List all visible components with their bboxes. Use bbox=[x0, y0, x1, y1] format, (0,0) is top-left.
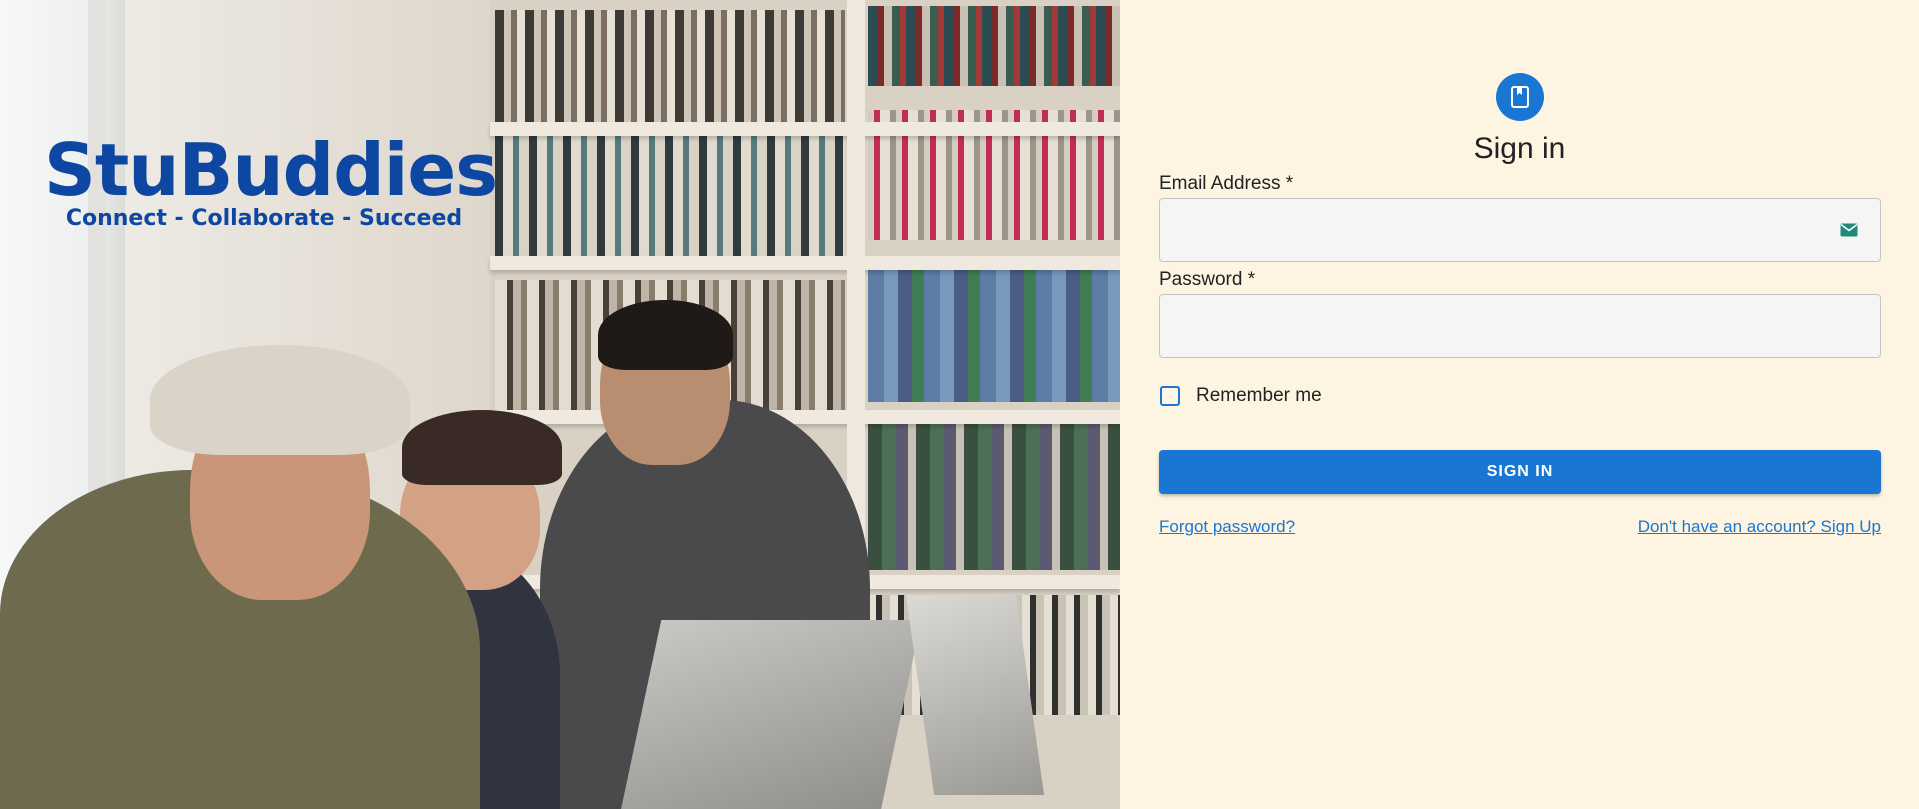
password-field-container[interactable] bbox=[1159, 294, 1881, 358]
remember-me-label[interactable]: Remember me bbox=[1196, 385, 1322, 407]
forgot-password-link[interactable]: Forgot password? bbox=[1159, 517, 1295, 537]
hero-laptop bbox=[618, 620, 922, 809]
sign-in-button[interactable]: SIGN IN bbox=[1159, 450, 1881, 494]
email-label: Email Address * bbox=[1159, 173, 1294, 194]
hero-books bbox=[868, 6, 1120, 86]
password-label: Password * bbox=[1159, 269, 1256, 290]
hero-shelf bbox=[490, 410, 1120, 424]
book-icon bbox=[1511, 86, 1529, 108]
avatar bbox=[1496, 73, 1544, 121]
hero-image: StuBuddies Connect - Collaborate - Succe… bbox=[0, 0, 1120, 809]
mail-icon bbox=[1840, 223, 1858, 237]
hero-books bbox=[495, 136, 845, 256]
hero-books bbox=[868, 420, 1120, 570]
page-title: Sign in bbox=[1473, 132, 1566, 165]
hero-person-right-hair bbox=[598, 300, 733, 370]
hero-books bbox=[495, 10, 845, 122]
brand-tagline: Connect - Collaborate - Succeed bbox=[65, 206, 463, 231]
hero-person-left-cap bbox=[150, 345, 410, 455]
email-field-container[interactable] bbox=[1159, 198, 1881, 262]
brand-title: StuBuddies bbox=[44, 128, 498, 212]
remember-me-checkbox[interactable] bbox=[1160, 386, 1180, 406]
email-field[interactable] bbox=[1160, 199, 1880, 261]
brand-block: StuBuddies Connect - Collaborate - Succe… bbox=[44, 128, 498, 231]
sign-up-link[interactable]: Don't have an account? Sign Up bbox=[1638, 517, 1881, 537]
password-field[interactable] bbox=[1160, 295, 1880, 357]
hero-shelf bbox=[490, 122, 1120, 136]
hero-shelf bbox=[490, 256, 1120, 270]
hero-person-middle-cap bbox=[402, 410, 562, 485]
hero-books bbox=[868, 262, 1120, 402]
